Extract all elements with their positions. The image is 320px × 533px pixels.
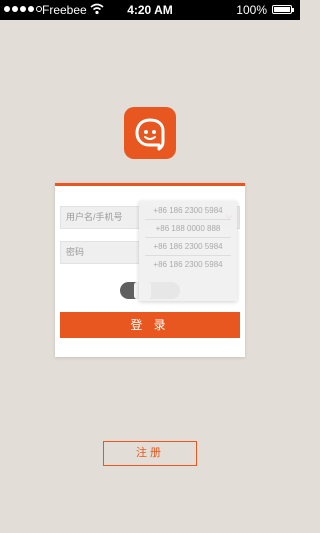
card-accent-bar (55, 183, 245, 186)
account-dropdown: +86 186 2300 5984 +86 188 0000 888 +86 1… (139, 201, 237, 301)
password-input[interactable]: 密码 (60, 241, 140, 264)
account-option[interactable]: +86 186 2300 5984 (139, 202, 237, 220)
account-option[interactable]: +86 186 2300 5984 (139, 238, 237, 256)
status-bar: Freebee 4:20 AM 100% (0, 0, 300, 20)
login-button[interactable]: 登 录 (60, 312, 240, 338)
register-button[interactable]: 注册 (103, 441, 197, 466)
account-option[interactable]: +86 186 2300 5984 (139, 256, 237, 274)
password-placeholder: 密码 (66, 247, 85, 257)
battery-icon (272, 5, 294, 14)
chat-bubble-logo-icon (124, 107, 176, 159)
username-placeholder: 用户名/手机号 (66, 212, 123, 222)
account-option[interactable]: +86 188 0000 888 (139, 220, 237, 238)
battery-percentage: 100% (236, 3, 267, 17)
